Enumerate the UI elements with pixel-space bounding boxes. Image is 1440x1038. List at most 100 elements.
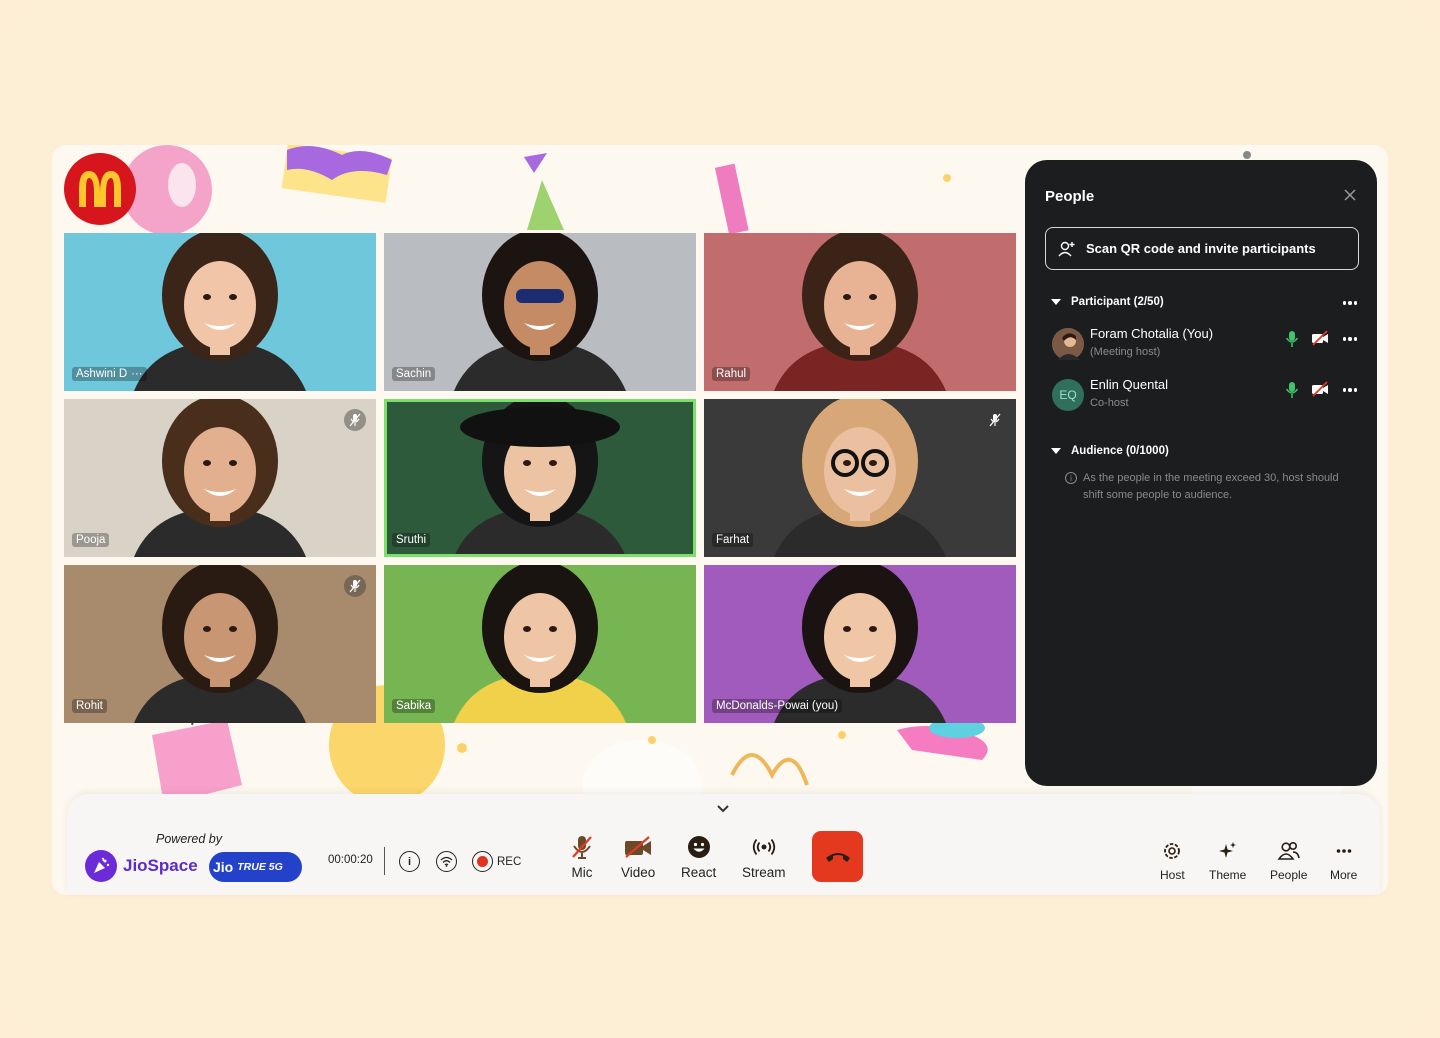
invite-label: Scan QR code and invite participants: [1086, 241, 1316, 256]
jio-label: Jio: [213, 859, 234, 875]
true5g-label: TRUE 5G: [237, 861, 283, 873]
participant-name-label: Rahul: [712, 367, 751, 381]
participant-name-label: Sruthi: [392, 533, 431, 547]
tile-more-icon[interactable]: ···: [131, 368, 143, 380]
mic-button[interactable]: Mic: [570, 834, 594, 880]
mic-label: Mic: [571, 865, 593, 880]
broadcast-icon: [752, 838, 775, 856]
video-button[interactable]: Video: [621, 834, 655, 880]
record-label: REC: [497, 855, 522, 868]
panel-title: People: [1045, 188, 1095, 205]
video-tile[interactable]: Sruthi: [384, 399, 696, 557]
info-icon: i: [407, 855, 412, 868]
audience-notice-text: As the people in the meeting exceed 30, …: [1083, 472, 1339, 501]
participant-video: [454, 399, 626, 557]
participant-name-label: Sachin: [392, 367, 436, 381]
participant-video: [134, 565, 306, 723]
sparkle-icon: [1218, 842, 1236, 858]
video-tile[interactable]: McDonalds-Powai (you): [704, 565, 1016, 723]
divider: [384, 847, 385, 875]
video-tile[interactable]: Ashwini D ···: [64, 233, 376, 391]
party-popper-icon: [85, 850, 117, 882]
audience-section-toggle[interactable]: Audience (0/1000): [1051, 445, 1169, 457]
participant-name-label: Farhat: [712, 533, 754, 547]
participant-video: [134, 399, 306, 557]
video-tile[interactable]: Sachin: [384, 233, 696, 391]
info-icon: i: [1065, 472, 1077, 484]
jiospace-brand: JioSpace: [85, 850, 198, 882]
smiley-icon: [687, 836, 710, 858]
video-tile[interactable]: Rohit: [64, 565, 376, 723]
participant-section-toggle[interactable]: Participant (2/50): [1051, 296, 1164, 308]
participant-name-label: Ashwini D: [76, 368, 128, 380]
more-label: More: [1330, 868, 1358, 882]
video-off-icon: [625, 836, 652, 858]
caret-down-icon: [1051, 448, 1061, 454]
react-label: React: [681, 865, 717, 880]
host-label: Host: [1160, 868, 1185, 882]
mic-on-icon[interactable]: [1285, 330, 1299, 348]
more-horizontal-icon: [1336, 849, 1351, 853]
participant-row[interactable]: EQ Enlin Quental Co-host: [1052, 377, 1358, 413]
video-tile[interactable]: Pooja: [64, 399, 376, 557]
muted-mic-icon: [344, 409, 366, 431]
react-button[interactable]: React: [681, 834, 716, 880]
audience-section-label: Audience (0/1000): [1071, 445, 1169, 457]
wifi-icon: [440, 856, 453, 867]
people-button[interactable]: People: [1270, 840, 1307, 882]
video-tile[interactable]: Sabika: [384, 565, 696, 723]
invite-button[interactable]: Scan QR code and invite participants: [1045, 227, 1359, 270]
participant-role: Co-host: [1090, 397, 1129, 409]
video-grid: Ashwini D ··· Sachin Rahul Pooja Sruthi Farhat…: [64, 233, 1017, 723]
avatar: [1052, 328, 1084, 360]
chevron-down-icon[interactable]: [716, 804, 730, 813]
mic-off-icon: [572, 836, 592, 859]
participant-name-label: Pooja: [72, 533, 110, 547]
video-off-icon[interactable]: [1311, 381, 1329, 397]
add-user-icon: [1058, 241, 1075, 256]
participant-name-label: McDonalds-Powai (you): [712, 699, 843, 713]
video-tile[interactable]: Rahul: [704, 233, 1016, 391]
video-tile[interactable]: Farhat: [704, 399, 1016, 557]
muted-mic-icon: [344, 575, 366, 597]
caret-down-icon: [1051, 299, 1061, 305]
host-button[interactable]: Host: [1160, 840, 1185, 882]
info-button[interactable]: i: [399, 851, 420, 872]
theme-button[interactable]: Theme: [1209, 840, 1246, 882]
participant-options-icon[interactable]: [1342, 337, 1357, 341]
powered-by-label: Powered by: [156, 832, 223, 846]
participant-name: Foram Chotalia (You): [1090, 326, 1214, 341]
participant-name: Enlin Quental: [1090, 377, 1169, 392]
video-off-icon[interactable]: [1311, 330, 1329, 346]
gear-icon: [1164, 843, 1181, 859]
golden-arches-icon: [79, 171, 121, 207]
record-icon: [472, 851, 493, 872]
participant-role: (Meeting host): [1090, 346, 1161, 358]
participant-label-group: Ashwini D ···: [72, 367, 147, 381]
theme-label: Theme: [1209, 868, 1247, 882]
people-panel: People Scan QR code and invite participa…: [1025, 160, 1377, 786]
participant-section-label: Participant (2/50): [1071, 296, 1164, 308]
avatar: EQ: [1052, 379, 1084, 411]
network-button[interactable]: [436, 851, 457, 872]
meeting-timer: 00:00:20: [328, 854, 373, 866]
video-label: Video: [621, 865, 656, 880]
mic-on-icon[interactable]: [1285, 381, 1299, 399]
record-button[interactable]: REC: [472, 851, 521, 872]
jiospace-label: JioSpace: [123, 856, 198, 875]
participant-more-icon[interactable]: [1342, 301, 1357, 305]
stream-button[interactable]: Stream: [742, 834, 786, 880]
participant-row[interactable]: Foram Chotalia (You) (Meeting host): [1052, 326, 1358, 362]
participant-name-label: Rohit: [72, 699, 107, 713]
hang-up-icon: [825, 852, 850, 862]
audience-notice: i As the people in the meeting exceed 30…: [1065, 470, 1345, 504]
people-icon: [1277, 841, 1300, 860]
more-button[interactable]: More: [1330, 840, 1357, 882]
meeting-toolbar: Powered by JioSpace Jio TRUE 5G 00:00:20…: [67, 794, 1380, 895]
end-call-button[interactable]: [812, 831, 863, 882]
participant-video: [774, 233, 946, 391]
close-icon[interactable]: [1343, 188, 1357, 202]
jio-true5g-badge: Jio TRUE 5G: [209, 852, 302, 882]
people-label: People: [1270, 868, 1308, 882]
participant-options-icon[interactable]: [1342, 388, 1357, 392]
